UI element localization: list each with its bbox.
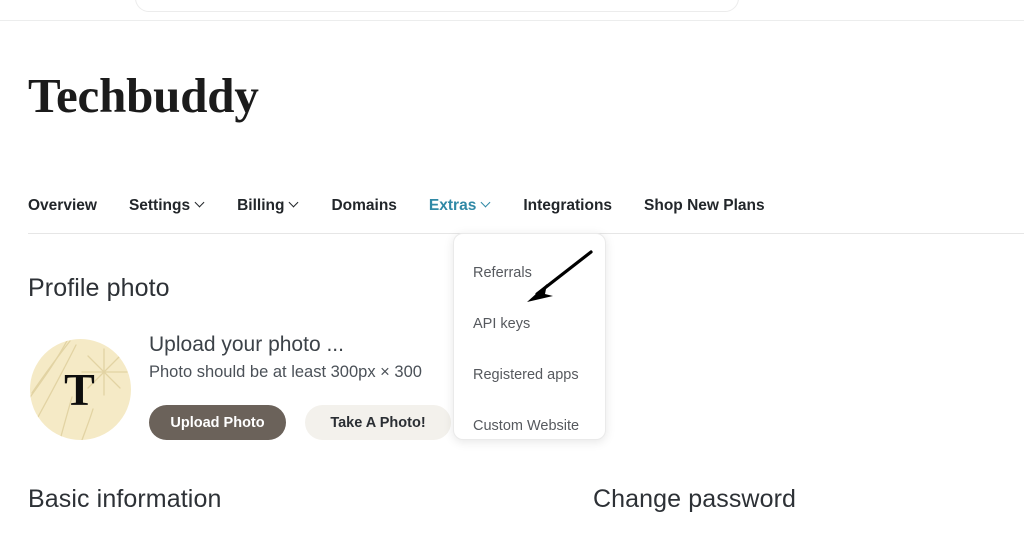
nav-item-label: Domains bbox=[331, 197, 397, 214]
avatar-initial: T bbox=[64, 363, 95, 415]
nav-item-billing[interactable]: Billing bbox=[237, 198, 299, 214]
nav-item-integrations[interactable]: Integrations bbox=[523, 198, 612, 214]
chevron-down-icon bbox=[196, 199, 205, 208]
nav-item-settings[interactable]: Settings bbox=[129, 198, 205, 214]
nav-item-label: Integrations bbox=[523, 197, 613, 214]
basic-information-heading: Basic information bbox=[28, 485, 222, 513]
chevron-down-icon bbox=[290, 199, 299, 208]
nav-item-label: Billing bbox=[237, 197, 285, 214]
dropdown-item-api-keys[interactable]: API keys bbox=[454, 299, 605, 350]
top-partial-card bbox=[135, 0, 739, 12]
nav-item-shop-new-plans[interactable]: Shop New Plans bbox=[644, 198, 765, 214]
nav-item-label: Shop New Plans bbox=[644, 197, 765, 214]
upload-photo-hint: Photo should be at least 300px × 300 bbox=[149, 363, 422, 381]
nav-item-domains[interactable]: Domains bbox=[331, 198, 396, 214]
profile-photo-heading: Profile photo bbox=[28, 274, 170, 302]
main-navigation: Overview Settings Billing Domains Extras… bbox=[28, 198, 765, 214]
dropdown-item-custom-website[interactable]: Custom Website bbox=[454, 401, 605, 452]
avatar[interactable]: T bbox=[30, 339, 131, 440]
upload-photo-title: Upload your photo ... bbox=[149, 333, 344, 356]
nav-item-overview[interactable]: Overview bbox=[28, 198, 97, 214]
chevron-down-icon bbox=[482, 199, 491, 208]
change-password-heading: Change password bbox=[593, 485, 797, 513]
dropdown-item-referrals[interactable]: Referrals bbox=[454, 248, 605, 299]
nav-item-label: Overview bbox=[28, 197, 97, 214]
nav-item-extras[interactable]: Extras bbox=[429, 198, 491, 214]
top-divider bbox=[0, 20, 1024, 21]
page-title: Techbuddy bbox=[28, 68, 259, 123]
nav-item-label: Settings bbox=[128, 197, 191, 214]
take-a-photo-button[interactable]: Take A Photo! bbox=[305, 405, 451, 440]
extras-dropdown-menu: Referrals API keys Registered apps Custo… bbox=[453, 233, 606, 440]
dropdown-item-registered-apps[interactable]: Registered apps bbox=[454, 350, 605, 401]
upload-photo-button[interactable]: Upload Photo bbox=[149, 405, 286, 440]
nav-item-label: Extras bbox=[428, 197, 477, 214]
settings-page: Techbuddy Overview Settings Billing Doma… bbox=[0, 0, 1024, 538]
